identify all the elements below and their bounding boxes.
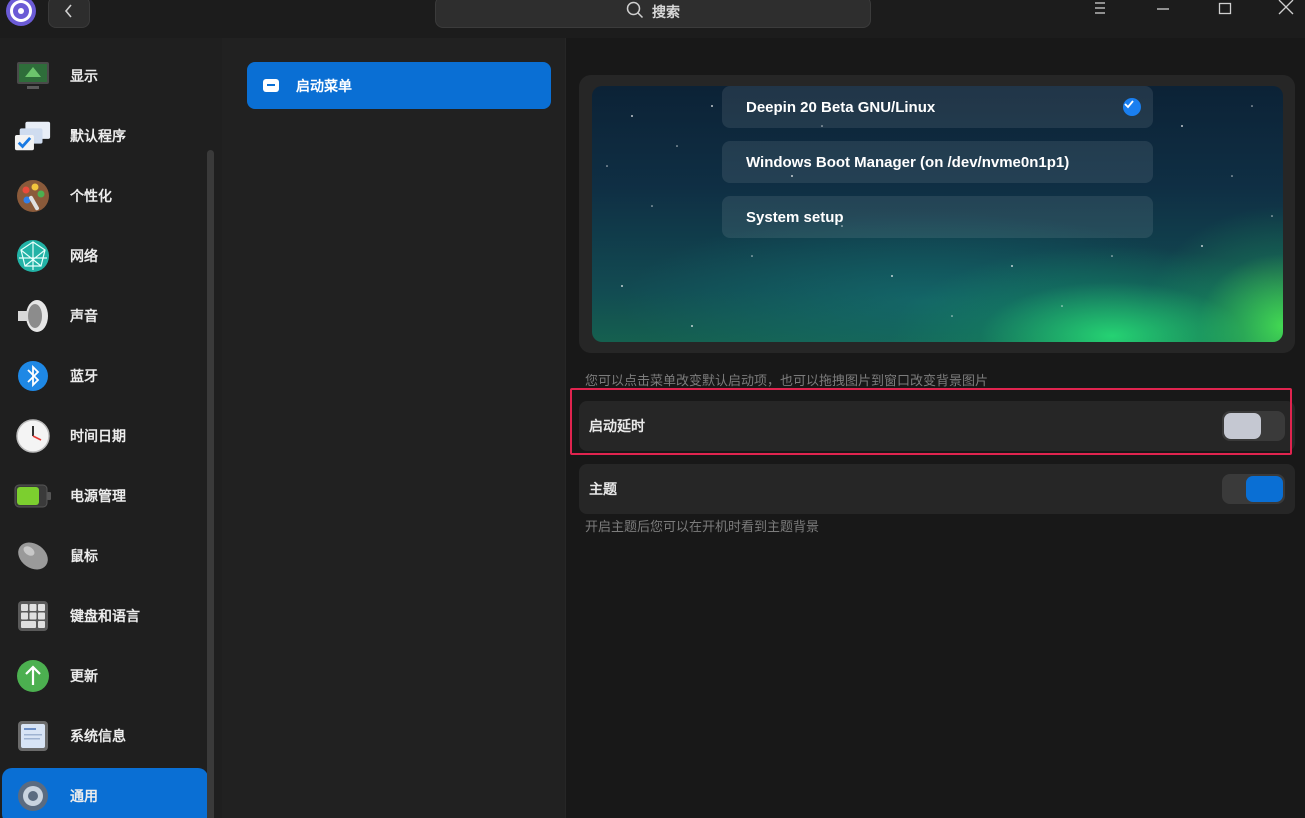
menu-button[interactable]: [1086, 0, 1114, 18]
title-bar: 搜索: [0, 0, 1305, 38]
boot-entry-label: System setup: [746, 208, 844, 226]
boot-entry-label: Windows Boot Manager (on /dev/nvme0n1p1): [746, 153, 1070, 171]
subcategory-item-boot-menu[interactable]: 启动菜单: [247, 62, 551, 109]
sidebar: 显示 默认程序 个性化 网络 声音 蓝牙 时间日期 电源管理 鼠标 键盘和语言 …: [0, 38, 222, 818]
sidebar-item-label: 鼠标: [70, 549, 98, 565]
boot-entry-windows[interactable]: Windows Boot Manager (on /dev/nvme0n1p1): [722, 141, 1153, 183]
personalization-icon: [14, 177, 52, 215]
default-apps-icon: [14, 117, 52, 155]
close-icon: [1278, 0, 1294, 19]
sidebar-item-update[interactable]: 更新: [2, 648, 208, 704]
back-button[interactable]: [48, 0, 90, 28]
system-info-icon: [14, 717, 52, 755]
theme-row: 主题: [579, 464, 1295, 514]
update-icon: [14, 657, 52, 695]
sidebar-item-datetime[interactable]: 时间日期: [2, 408, 208, 464]
general-gear-icon: [14, 777, 52, 815]
main-content: Deepin 20 Beta GNU/Linux Windows Boot Ma…: [567, 38, 1305, 818]
theme-hint-text: 开启主题后您可以在开机时看到主题背景: [585, 520, 820, 535]
boot-preview-background[interactable]: Deepin 20 Beta GNU/Linux Windows Boot Ma…: [592, 86, 1283, 342]
checkmark-icon: [1123, 98, 1141, 116]
boot-hint-text: 您可以点击菜单改变默认启动项，也可以拖拽图片到窗口改变背景图片: [585, 374, 989, 389]
sidebar-item-system-info[interactable]: 系统信息: [2, 708, 208, 764]
subcategory-panel: 启动菜单: [222, 38, 566, 818]
sidebar-item-default-apps[interactable]: 默认程序: [2, 108, 208, 164]
keyboard-icon: [14, 597, 52, 635]
search-icon: [626, 1, 644, 23]
sidebar-item-bluetooth[interactable]: 蓝牙: [2, 348, 208, 404]
sidebar-item-label: 更新: [70, 669, 98, 685]
minimize-icon: [1156, 0, 1170, 19]
display-icon: [14, 57, 52, 95]
gear-flower-logo-icon: [4, 0, 38, 28]
search-placeholder: 搜索: [652, 5, 680, 21]
network-icon: [14, 237, 52, 275]
theme-label: 主题: [589, 482, 617, 498]
subcategory-item-label: 启动菜单: [296, 78, 352, 95]
maximize-icon: [1218, 0, 1232, 19]
clock-icon: [14, 417, 52, 455]
sidebar-item-network[interactable]: 网络: [2, 228, 208, 284]
battery-icon: [14, 477, 52, 515]
sidebar-item-label: 显示: [70, 69, 98, 85]
menu-list-icon: [263, 79, 279, 92]
sidebar-item-label: 时间日期: [70, 429, 126, 445]
sidebar-item-personalization[interactable]: 个性化: [2, 168, 208, 224]
hamburger-icon: [1093, 0, 1107, 19]
mouse-icon: [14, 537, 52, 575]
sidebar-item-label: 个性化: [70, 189, 112, 205]
sidebar-item-power[interactable]: 电源管理: [2, 468, 208, 524]
sidebar-item-general[interactable]: 通用: [2, 768, 208, 818]
sound-icon: [14, 297, 52, 335]
boot-entry-label: Deepin 20 Beta GNU/Linux: [746, 98, 936, 116]
sidebar-scrollbar[interactable]: [207, 150, 214, 818]
sidebar-item-label: 电源管理: [70, 489, 126, 505]
toggle-knob: [1246, 476, 1283, 502]
sidebar-item-display[interactable]: 显示: [2, 48, 208, 104]
sidebar-item-mouse[interactable]: 鼠标: [2, 528, 208, 584]
chevron-left-icon: [63, 3, 75, 22]
minimize-button[interactable]: [1149, 0, 1177, 18]
search-input[interactable]: 搜索: [435, 0, 871, 28]
highlight-frame: [570, 388, 1292, 455]
sidebar-item-label: 键盘和语言: [70, 609, 140, 625]
sidebar-item-label: 系统信息: [70, 729, 126, 745]
sidebar-item-label: 蓝牙: [70, 369, 98, 385]
boot-entry-system-setup[interactable]: System setup: [722, 196, 1153, 238]
sidebar-item-keyboard[interactable]: 键盘和语言: [2, 588, 208, 644]
theme-toggle[interactable]: [1222, 474, 1285, 504]
boot-entry-deepin[interactable]: Deepin 20 Beta GNU/Linux: [722, 86, 1153, 128]
sidebar-item-label: 声音: [70, 309, 98, 325]
close-button[interactable]: [1272, 0, 1300, 18]
sidebar-item-sound[interactable]: 声音: [2, 288, 208, 344]
sidebar-item-label: 网络: [70, 249, 98, 265]
bluetooth-icon: [14, 357, 52, 395]
sidebar-item-label: 通用: [70, 789, 98, 805]
sidebar-item-label: 默认程序: [70, 129, 126, 145]
maximize-button[interactable]: [1211, 0, 1239, 18]
